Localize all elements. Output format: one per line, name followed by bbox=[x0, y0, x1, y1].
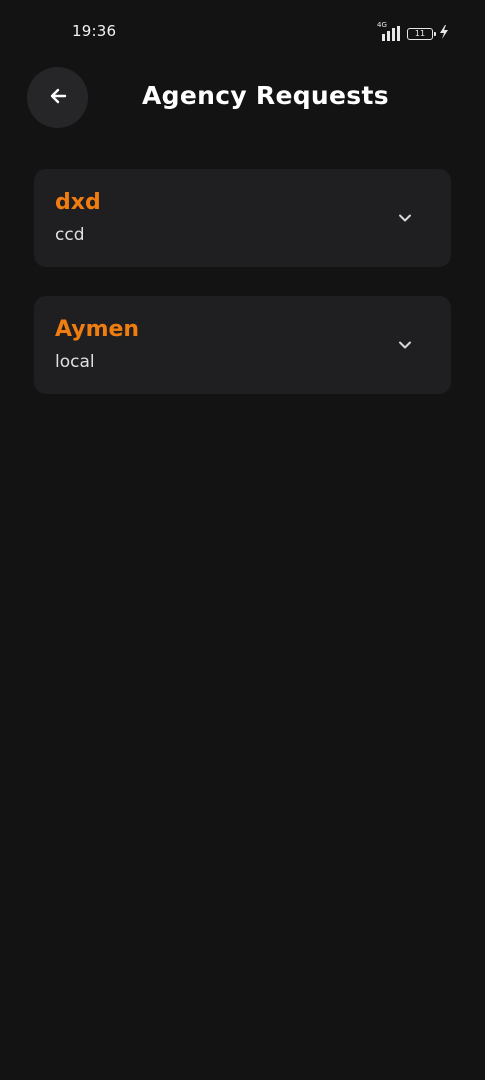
header: Agency Requests bbox=[0, 67, 485, 129]
chevron-down-icon[interactable] bbox=[397, 337, 413, 353]
network-type-label: 4G bbox=[377, 20, 387, 29]
status-icons: 4G 11 bbox=[377, 21, 449, 43]
status-bar: 19:36 4G 11 bbox=[0, 0, 485, 64]
agency-request-name: Aymen bbox=[55, 317, 140, 342]
agency-request-card[interactable]: Aymen local bbox=[34, 296, 451, 394]
agency-request-location: ccd bbox=[55, 225, 85, 245]
lightning-icon bbox=[439, 24, 449, 43]
arrow-left-icon bbox=[48, 86, 68, 110]
agency-request-name: dxd bbox=[55, 190, 101, 215]
agency-request-card[interactable]: dxd ccd bbox=[34, 169, 451, 267]
signal-icon: 4G bbox=[377, 21, 401, 42]
page-title: Agency Requests bbox=[142, 81, 389, 110]
chevron-down-icon[interactable] bbox=[397, 210, 413, 226]
status-time: 19:36 bbox=[72, 22, 117, 40]
battery-icon: 11 bbox=[407, 27, 436, 40]
agency-request-list: dxd ccd Aymen local bbox=[34, 169, 451, 423]
back-button[interactable] bbox=[27, 67, 88, 128]
agency-request-location: local bbox=[55, 352, 95, 372]
battery-level: 11 bbox=[414, 28, 426, 38]
